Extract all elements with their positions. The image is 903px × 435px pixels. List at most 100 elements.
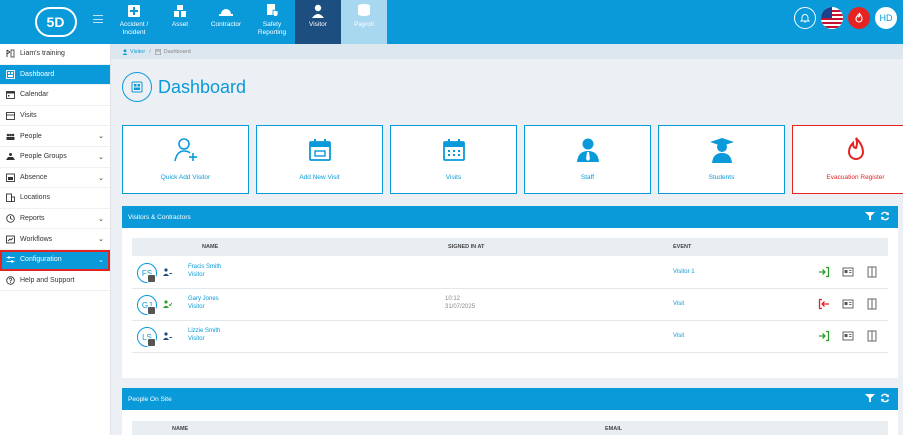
signed-in-cell: 10:12 31/07/2025: [445, 295, 475, 311]
chevron-down-icon: ⌄: [98, 215, 104, 223]
us-flag-icon: [821, 7, 843, 29]
refresh-icon[interactable]: [880, 211, 890, 221]
visitor-name-cell[interactable]: Fracis Smith Visitor: [188, 263, 221, 279]
filter-icon[interactable]: [865, 393, 875, 403]
tile-evacuation-register[interactable]: Evacuation Register: [792, 125, 903, 194]
panel-title: People On Site: [128, 395, 172, 403]
sidebar-item-visits[interactable]: Visits: [0, 106, 110, 127]
absence-icon: [6, 173, 15, 182]
menu-toggle-icon[interactable]: [93, 15, 103, 23]
module-visitor[interactable]: Visitor: [295, 0, 341, 44]
sign-in-icon[interactable]: [818, 266, 830, 278]
workflows-icon: [6, 235, 15, 244]
visitor-name: Lizzie Smith: [188, 328, 221, 334]
door-icon[interactable]: [866, 298, 878, 310]
column-header-event[interactable]: EVENT: [673, 244, 691, 250]
id-card-icon[interactable]: [842, 330, 854, 342]
visitor-type: Visitor: [188, 304, 205, 310]
visitor-name-cell[interactable]: Gary Jones Visitor: [188, 295, 219, 311]
calendar-add-icon: [308, 139, 331, 161]
module-asset[interactable]: Asset: [157, 0, 203, 44]
panel-header: Visitors & Contractors: [122, 206, 898, 228]
chevron-down-icon: ⌄: [98, 174, 104, 182]
sidebar-item-people-groups[interactable]: People Groups ⌄: [0, 147, 110, 168]
door-icon[interactable]: [866, 330, 878, 342]
chevron-down-icon: ⌄: [98, 153, 104, 161]
sidebar-item-calendar[interactable]: Calendar: [0, 85, 110, 106]
id-card-icon[interactable]: [842, 266, 854, 278]
sidebar-item-people[interactable]: People ⌄: [0, 126, 110, 147]
visitor-name: Gary Jones: [188, 296, 219, 302]
language-button[interactable]: [821, 7, 843, 29]
chevron-down-icon: ⌄: [98, 236, 104, 244]
calendar-icon: [6, 91, 15, 100]
visitor-type-icon: [163, 268, 172, 276]
column-header-email[interactable]: EMAIL: [605, 426, 622, 432]
sidebar-item-label: People Groups: [20, 153, 67, 161]
sidebar-item-reports[interactable]: Reports ⌄: [0, 209, 110, 230]
module-label: Visitor: [309, 21, 327, 28]
notifications-button[interactable]: [794, 7, 816, 29]
breadcrumb-current: Dashboard: [163, 48, 191, 55]
training-icon: [6, 49, 15, 58]
sidebar-item-workflows[interactable]: Workflows ⌄: [0, 229, 110, 250]
sidebar-item-liams-training[interactable]: Liam's training: [0, 44, 110, 65]
sidebar-item-configuration[interactable]: Configuration ⌄: [0, 249, 110, 271]
sidebar-item-dashboard[interactable]: Dashboard: [0, 64, 110, 86]
id-badge-icon: [147, 338, 156, 347]
module-contractor[interactable]: Contractor: [203, 0, 249, 44]
hardhat-icon: [219, 9, 233, 16]
column-header-signed-in-at[interactable]: SIGNED IN AT: [448, 244, 484, 250]
first-aid-icon: [128, 5, 140, 17]
module-label: Contractor: [210, 21, 242, 28]
event-cell[interactable]: Visitor 1: [673, 269, 695, 275]
id-badge-icon: [147, 306, 156, 315]
table-row[interactable]: LS Lizzie Smith Visitor Visit: [132, 321, 888, 353]
top-navbar: 5D Accident / Incident Asset Contractor …: [0, 0, 903, 44]
visitor-type: Visitor: [188, 336, 205, 342]
tile-add-new-visit[interactable]: Add New Visit: [256, 125, 383, 194]
dashboard-icon: [154, 48, 161, 55]
fire-alarm-button[interactable]: [848, 7, 870, 29]
event-cell[interactable]: Visit: [673, 333, 684, 339]
table-row[interactable]: FS Fracis Smith Visitor Visitor 1: [132, 257, 888, 289]
tile-visits[interactable]: Visits: [390, 125, 517, 194]
tile-staff[interactable]: Staff: [524, 125, 651, 194]
sign-in-icon[interactable]: [818, 330, 830, 342]
app-logo[interactable]: 5D: [34, 7, 77, 37]
table-header: NAME SIGNED IN AT EVENT: [132, 238, 888, 256]
door-icon[interactable]: [866, 266, 878, 278]
module-label: Accident / Incident: [119, 21, 149, 36]
module-accident-incident[interactable]: Accident / Incident: [111, 0, 157, 44]
module-safety-reporting[interactable]: Safety Reporting: [249, 0, 295, 44]
sidebar-item-label: Locations: [20, 194, 50, 202]
event-cell[interactable]: Visit: [673, 301, 684, 307]
sign-out-icon[interactable]: [818, 298, 830, 310]
tile-students[interactable]: Students: [658, 125, 785, 194]
brand-area: 5D: [0, 0, 111, 44]
id-card-icon[interactable]: [842, 298, 854, 310]
sidebar-item-label: Configuration: [20, 256, 62, 264]
user-avatar[interactable]: HD: [875, 7, 897, 29]
table-row[interactable]: GJ Gary Jones Visitor 10:12 31/07/2025 V…: [132, 289, 888, 321]
module-payroll[interactable]: Payroll: [341, 0, 387, 44]
breadcrumb-root-link[interactable]: Visitor: [130, 49, 145, 55]
column-header-name[interactable]: NAME: [202, 244, 218, 250]
column-header-name[interactable]: NAME: [172, 426, 188, 432]
breadcrumb: Visitor / Dashboard: [111, 44, 903, 59]
visitor-person-icon: [312, 4, 324, 18]
tile-quick-add-visitor[interactable]: Quick Add Visitor: [122, 125, 249, 194]
coins-icon: [358, 4, 370, 16]
sidebar-item-help-and-support[interactable]: Help and Support: [0, 271, 110, 292]
tile-label: Evacuation Register: [826, 174, 885, 181]
tile-label: Quick Add Visitor: [160, 174, 211, 181]
filter-icon[interactable]: [865, 211, 875, 221]
chevron-down-icon: ⌄: [98, 133, 104, 141]
refresh-icon[interactable]: [880, 393, 890, 403]
visitor-name-cell[interactable]: Lizzie Smith Visitor: [188, 327, 220, 343]
people-icon: [6, 133, 15, 140]
people-on-site-panel: People On Site NAME EMAIL: [122, 388, 898, 435]
visitor-name: Fracis Smith: [188, 264, 222, 270]
sidebar-item-locations[interactable]: Locations: [0, 188, 110, 209]
sidebar-item-absence[interactable]: Absence ⌄: [0, 168, 110, 189]
